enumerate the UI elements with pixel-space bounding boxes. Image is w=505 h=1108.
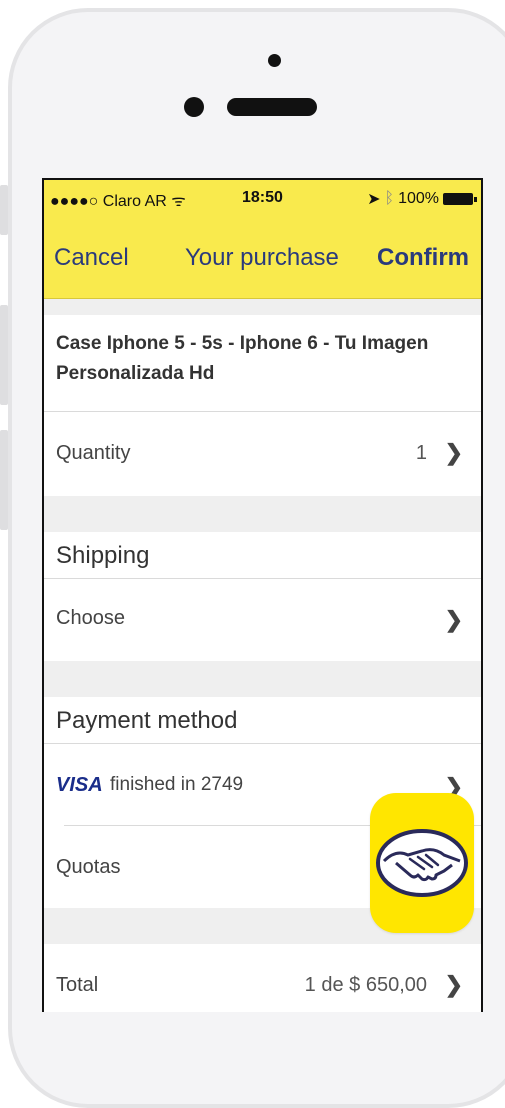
navigation-bar: Cancel Your purchase Confirm (44, 236, 481, 276)
section-gap (44, 299, 481, 315)
location-arrow-icon: ➤ (367, 191, 381, 208)
product-title: Case Iphone 5 - 5s - Iphone 6 - Tu Image… (56, 333, 429, 384)
volume-down-button (0, 430, 8, 530)
section-gap (44, 496, 481, 532)
quantity-label: Quantity (56, 442, 131, 464)
total-value: 1 de $ 650,00 (304, 974, 427, 996)
total-row[interactable]: Total 1 de $ 650,00 ❯ (44, 944, 481, 1012)
bluetooth-icon: ᛒ (384, 190, 395, 207)
earpiece-speaker (227, 98, 317, 116)
chevron-right-icon: ❯ (444, 607, 463, 632)
section-gap (44, 661, 481, 697)
shipping-choose-label: Choose (56, 607, 125, 629)
product-row: Case Iphone 5 - 5s - Iphone 6 - Tu Image… (44, 315, 481, 412)
carrier-label: ●●●●○ Claro AR ᯤ (50, 189, 186, 211)
volume-up-button (0, 305, 8, 405)
proximity-sensor (184, 97, 204, 117)
total-label: Total (56, 974, 99, 996)
battery-icon (443, 193, 477, 205)
card-description: finished in 2749 (110, 774, 244, 795)
carrier-text: ●●●●○ Claro AR (50, 193, 167, 210)
shipping-title: Shipping (56, 542, 150, 569)
app-header: ●●●●○ Claro AR ᯤ 18:50 ➤ ᛒ 100% Cancel Y… (44, 180, 481, 299)
quotas-label: Quotas (56, 856, 121, 878)
visa-logo-icon: VISA (56, 774, 103, 796)
payment-title: Payment method (56, 707, 238, 734)
status-time: 18:50 (242, 189, 283, 206)
chevron-right-icon: ❯ (444, 972, 463, 997)
wifi-icon: ᯤ (171, 193, 186, 210)
chevron-right-icon: ❯ (444, 440, 463, 465)
status-right: ➤ ᛒ 100% (367, 189, 477, 209)
page-title: Your purchase (185, 244, 339, 271)
status-bar: ●●●●○ Claro AR ᯤ 18:50 ➤ ᛒ 100% (44, 186, 481, 210)
quantity-row[interactable]: Quantity 1 ❯ (44, 412, 481, 496)
front-camera (268, 54, 281, 67)
battery-percent: 100% (398, 190, 439, 207)
shipping-choose-row[interactable]: Choose ❯ (44, 579, 481, 661)
payment-section-header: Payment method (44, 697, 481, 744)
cancel-button[interactable]: Cancel (54, 244, 129, 272)
mercadolibre-logo (370, 793, 474, 933)
handshake-icon (376, 829, 468, 897)
confirm-button[interactable]: Confirm (377, 244, 469, 272)
quantity-value: 1 (415, 442, 427, 464)
mute-switch (0, 185, 8, 235)
shipping-section-header: Shipping (44, 532, 481, 579)
